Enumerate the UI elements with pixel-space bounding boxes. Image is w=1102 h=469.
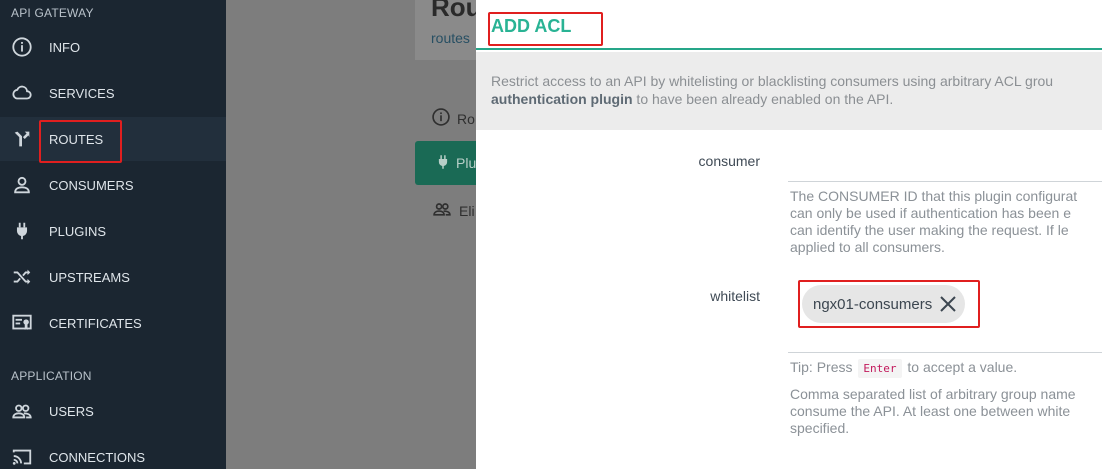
help-line: can only be used if authentication has b… <box>790 205 1071 221</box>
modal-header: ADD ACL <box>476 0 1102 50</box>
cast-icon <box>11 446 33 468</box>
tip-prefix: Tip: Press <box>790 359 853 375</box>
whitelist-chip: ngx01-consumers <box>802 285 965 323</box>
tab-label: Ro <box>457 110 475 127</box>
close-icon[interactable] <box>939 295 957 313</box>
info-icon <box>11 36 33 58</box>
tab-label: Plu <box>456 155 477 171</box>
tip-key: Enter <box>858 359 902 378</box>
cloud-icon <box>11 82 33 104</box>
consumer-label: consumer <box>698 153 760 169</box>
sidebar-item-label: CONNECTIONS <box>49 449 146 465</box>
plug-icon <box>11 220 33 242</box>
tab-label: Eli <box>459 202 475 219</box>
help-line: can identify the user making the request… <box>790 222 1069 238</box>
consumer-input[interactable] <box>788 145 1102 181</box>
sidebar-item-label: UPSTREAMS <box>49 269 130 285</box>
routes-icon <box>11 128 33 150</box>
description-line-1: Restrict access to an API by whitelistin… <box>491 73 1054 89</box>
help-line: specified. <box>790 420 850 436</box>
consumer-help: The CONSUMER ID that this plugin configu… <box>790 188 1077 256</box>
tab-eligible-consumers[interactable]: Eli <box>431 199 475 222</box>
tab-routes[interactable]: Ro <box>431 107 475 130</box>
sidebar-item-certificates[interactable]: CERTIFICATES <box>0 301 226 345</box>
tip-suffix: to accept a value. <box>907 359 1018 375</box>
plug-icon <box>434 153 452 176</box>
sidebar-item-services[interactable]: SERVICES <box>0 71 226 115</box>
users-icon <box>11 400 33 422</box>
consumer-input-underline <box>788 181 1102 182</box>
sidebar-item-routes[interactable]: ROUTES <box>0 117 226 161</box>
help-line: consume the API. At least one between wh… <box>790 403 1071 419</box>
whitelist-label: whitelist <box>710 288 760 304</box>
sidebar-item-label: PLUGINS <box>49 223 107 239</box>
sidebar-item-info[interactable]: INFO <box>0 25 226 69</box>
section-label-application: APPLICATION <box>11 369 92 383</box>
sidebar-item-connections[interactable]: CONNECTIONS <box>0 435 226 469</box>
help-line: The CONSUMER ID that this plugin configu… <box>790 188 1078 204</box>
sidebar-item-label: USERS <box>49 403 94 419</box>
sidebar-item-users[interactable]: USERS <box>0 389 226 433</box>
sidebar-item-upstreams[interactable]: UPSTREAMS <box>0 255 226 299</box>
sidebar: API GATEWAY INFO SERVICES ROUTES CONSUME… <box>0 0 226 469</box>
sidebar-item-plugins[interactable]: PLUGINS <box>0 209 226 253</box>
shuffle-icon <box>11 266 33 288</box>
section-label-api-gateway: API GATEWAY <box>11 6 94 20</box>
modal-title: ADD ACL <box>491 16 572 36</box>
page-title: Rou <box>431 0 482 22</box>
users-icon <box>431 199 453 222</box>
help-line: applied to all consumers. <box>790 239 945 255</box>
info-icon <box>431 107 451 130</box>
sidebar-item-label: INFO <box>49 39 81 55</box>
add-acl-modal: ADD ACL Restrict access to an API by whi… <box>476 0 1102 469</box>
sidebar-item-label: ROUTES <box>49 131 104 147</box>
whitelist-help: Comma separated list of arbitrary group … <box>790 386 1076 437</box>
sidebar-item-label: SERVICES <box>49 85 115 101</box>
description-bold: authentication plugin <box>491 91 633 107</box>
user-icon <box>11 174 33 196</box>
whitelist-input-underline <box>788 352 1102 353</box>
breadcrumb[interactable]: routes <box>431 30 470 46</box>
modal-description: Restrict access to an API by whitelistin… <box>476 52 1102 130</box>
chip-label: ngx01-consumers <box>813 295 933 313</box>
description-line-2: authentication plugin to have been alrea… <box>491 90 1102 108</box>
help-line: Comma separated list of arbitrary group … <box>790 386 1076 402</box>
whitelist-tip: Tip: Press Enter to accept a value. <box>790 359 1017 378</box>
sidebar-item-label: CERTIFICATES <box>49 315 142 331</box>
sidebar-item-label: CONSUMERS <box>49 177 134 193</box>
certificate-icon <box>11 312 33 334</box>
sidebar-item-consumers[interactable]: CONSUMERS <box>0 163 226 207</box>
description-rest: to have been already enabled on the API. <box>632 91 894 107</box>
